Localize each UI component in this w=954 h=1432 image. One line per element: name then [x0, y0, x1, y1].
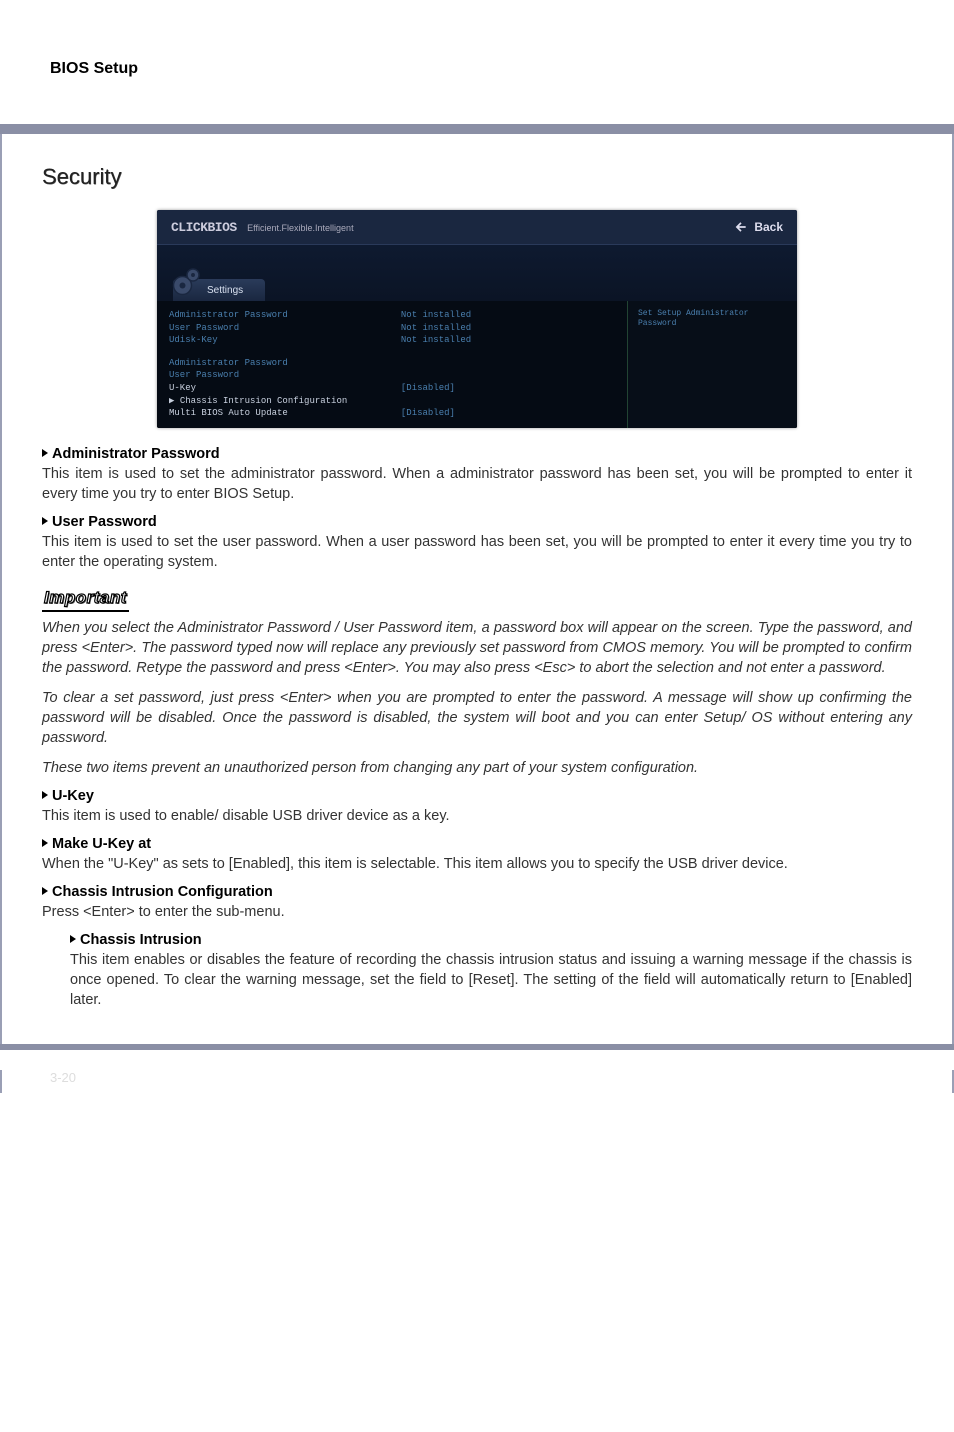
back-arrow-icon: [734, 220, 748, 234]
bios-row[interactable]: Udisk-KeyNot installed: [169, 334, 615, 347]
bios-row[interactable]: Multi BIOS Auto Update[Disabled]: [169, 407, 615, 420]
bios-tagline: Efficient.Flexible.Intelligent: [247, 223, 353, 233]
header-rule: [0, 124, 954, 134]
triangle-icon: [42, 839, 48, 847]
item-heading-admin-pw: Administrator Password: [42, 446, 912, 462]
bios-row[interactable]: User Password: [169, 369, 615, 382]
row-label: User Password: [169, 322, 401, 335]
row-label: U-Key: [169, 382, 401, 395]
row-label: User Password: [169, 369, 401, 382]
bios-main-panel: Administrator PasswordNot installed User…: [157, 301, 627, 428]
bios-row[interactable]: U-Key[Disabled]: [169, 382, 615, 395]
bios-titlebar: CLICKBIOS Efficient.Flexible.Intelligent…: [157, 210, 797, 245]
bios-row[interactable]: ▶ Chassis Intrusion Configuration: [169, 395, 615, 408]
important-label: Important: [42, 588, 129, 612]
page-number: 3-20: [50, 1070, 912, 1085]
section-title: Security: [42, 164, 912, 190]
bios-row[interactable]: Administrator Password: [169, 357, 615, 370]
bios-logo-wrap: CLICKBIOS Efficient.Flexible.Intelligent: [171, 218, 354, 236]
bios-screenshot: CLICKBIOS Efficient.Flexible.Intelligent…: [157, 210, 797, 428]
item-text-chassis-intrusion: This item enables or disables the featur…: [70, 950, 912, 1010]
row-value: [Disabled]: [401, 382, 455, 395]
bios-body: Administrator PasswordNot installed User…: [157, 301, 797, 428]
row-label: Multi BIOS Auto Update: [169, 407, 401, 420]
important-p1: When you select the Administrator Passwo…: [42, 618, 912, 678]
item-heading-chassis-cfg: Chassis Intrusion Configuration: [42, 884, 912, 900]
bios-tabbar: Settings: [157, 245, 797, 301]
bios-row[interactable]: Administrator PasswordNot installed: [169, 309, 615, 322]
item-text-user-pw: This item is used to set the user passwo…: [42, 532, 912, 572]
row-value: Not installed: [401, 322, 471, 335]
bios-help-panel: Set Setup Administrator Password: [627, 301, 797, 428]
item-text-ukey: This item is used to enable/ disable USB…: [42, 806, 912, 826]
item-heading-make-ukey: Make U-Key at: [42, 836, 912, 852]
back-button[interactable]: Back: [734, 220, 783, 234]
row-label: Udisk-Key: [169, 334, 401, 347]
row-label: ▶ Chassis Intrusion Configuration: [169, 395, 401, 408]
row-label: Administrator Password: [169, 357, 401, 370]
back-label: Back: [754, 220, 783, 234]
important-p3: These two items prevent an unauthorized …: [42, 758, 912, 778]
triangle-icon: [42, 517, 48, 525]
bios-row[interactable]: User PasswordNot installed: [169, 322, 615, 335]
triangle-icon: [70, 935, 76, 943]
item-text-admin-pw: This item is used to set the administrat…: [42, 464, 912, 504]
triangle-icon: [42, 791, 48, 799]
page-header: BIOS Setup: [50, 60, 904, 78]
row-value: Not installed: [401, 334, 471, 347]
item-heading-chassis-intrusion: Chassis Intrusion: [70, 932, 912, 948]
item-heading-user-pw: User Password: [42, 514, 912, 530]
triangle-icon: [42, 449, 48, 457]
settings-tab[interactable]: Settings: [173, 279, 265, 301]
row-label: Administrator Password: [169, 309, 401, 322]
item-text-chassis-cfg: Press <Enter> to enter the sub-menu.: [42, 902, 912, 922]
footer-rule: [0, 1044, 954, 1050]
important-p2: To clear a set password, just press <Ent…: [42, 688, 912, 748]
item-heading-ukey: U-Key: [42, 788, 912, 804]
gear-icon: [169, 263, 205, 299]
row-value: [Disabled]: [401, 407, 455, 420]
bios-logo: CLICKBIOS: [171, 220, 237, 235]
item-text-make-ukey: When the "U-Key" as sets to [Enabled], t…: [42, 854, 912, 874]
important-box: Important When you select the Administra…: [42, 588, 912, 778]
settings-tab-label: Settings: [207, 285, 243, 296]
triangle-icon: [42, 887, 48, 895]
row-value: Not installed: [401, 309, 471, 322]
